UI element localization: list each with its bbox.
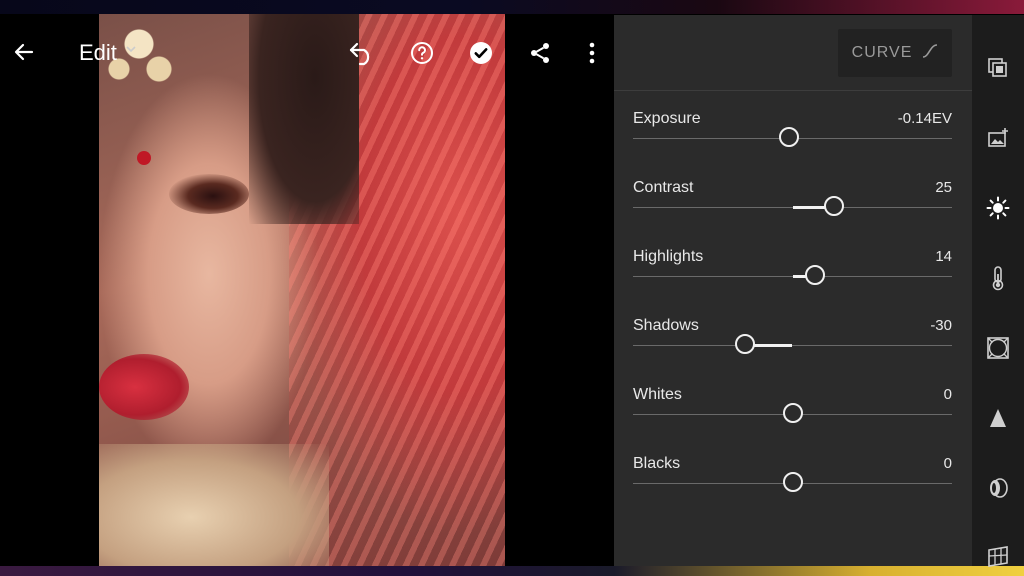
detail-icon[interactable] [985,405,1011,431]
slider-value: -30 [930,317,952,334]
slider-label: Shadows [633,317,699,334]
highlights-slider[interactable]: Highlights 14 [633,248,952,308]
blacks-slider[interactable]: Blacks 0 [633,455,952,515]
photo-canvas[interactable] [99,14,505,566]
slider-thumb[interactable] [734,334,755,354]
slider-thumb[interactable] [823,196,844,216]
curve-icon [922,43,938,63]
contrast-slider[interactable]: Contrast 25 [633,179,952,239]
presets-icon[interactable] [985,55,1011,81]
whites-slider[interactable]: Whites 0 [633,386,952,446]
light-adjust-panel: CURVE Exposure -0.14EV Contrast 25 Highl… [614,15,972,566]
photo-necklace [99,444,329,566]
panel-divider [614,90,972,91]
slider-thumb[interactable] [782,403,803,423]
back-arrow-icon[interactable] [10,38,38,66]
light-icon[interactable] [985,195,1011,221]
slider-value: 25 [935,179,952,196]
vignette-icon[interactable] [985,335,1011,361]
selective-edit-icon[interactable] [985,125,1011,151]
bottom-edge-glow [0,566,1024,576]
chevron-down-icon[interactable] [126,45,136,53]
photo-eye [169,174,249,214]
slider-value: 14 [935,248,952,265]
exposure-slider[interactable]: Exposure -0.14EV [633,110,952,170]
slider-value: 0 [943,455,952,472]
confirm-check-icon[interactable] [467,39,495,67]
more-options-icon[interactable] [580,39,604,67]
photo-hair [249,14,359,224]
share-icon[interactable] [526,39,554,67]
color-temperature-icon[interactable] [985,265,1011,291]
slider-label: Contrast [633,179,694,196]
curve-label: CURVE [851,44,913,61]
slider-thumb[interactable] [804,265,825,285]
shadows-slider[interactable]: Shadows -30 [633,317,952,377]
slider-thumb[interactable] [782,472,803,492]
slider-label: Exposure [633,110,701,127]
tool-rail [972,15,1024,569]
slider-label: Whites [633,386,682,403]
slider-value: -0.14EV [897,110,952,127]
slider-thumb[interactable] [779,127,800,147]
geometry-icon[interactable] [985,543,1011,569]
optics-icon[interactable] [985,475,1011,501]
curve-button[interactable]: CURVE [838,29,952,77]
slider-label: Blacks [633,455,681,472]
photo-lips [99,354,189,420]
top-edge-glow [0,0,1024,14]
photo-bindi [137,151,151,165]
help-icon[interactable] [408,39,436,67]
slider-value: 0 [943,386,952,403]
slider-track[interactable] [633,345,952,346]
edit-mode-label[interactable]: Edit [79,40,117,66]
undo-icon[interactable] [347,38,377,68]
slider-label: Highlights [633,248,704,265]
